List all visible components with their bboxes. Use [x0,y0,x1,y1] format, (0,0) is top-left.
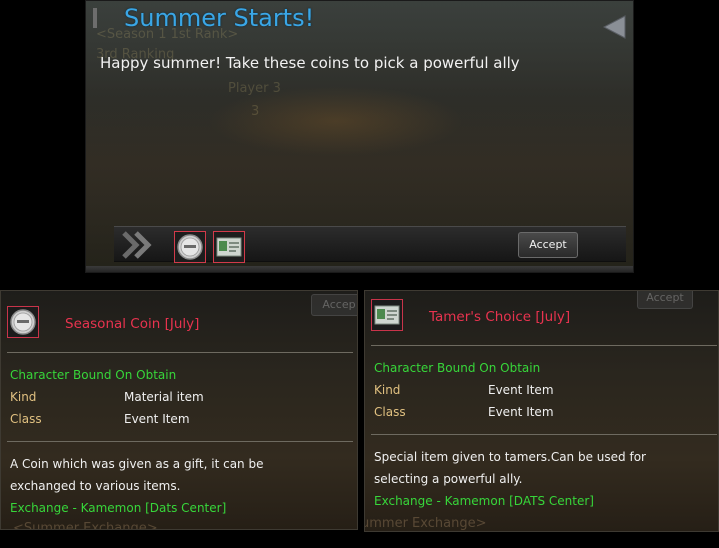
class-value: Event Item [488,405,554,419]
dialog-title: Summer Starts! [124,4,315,32]
ghost-footer-text: ummer Exchange> [364,516,487,531]
item-description-line-2: selecting a powerful ally. [374,472,523,486]
kind-value: Material item [124,390,204,404]
background-text-number: 3 [251,104,260,119]
item-name: Seasonal Coin [July] [65,316,200,332]
background-text-player: Player 3 [228,81,281,96]
divider [371,434,717,435]
class-value: Event Item [124,412,190,426]
reward-slot-ticket[interactable] [213,231,245,263]
bound-status: Character Bound On Obtain [10,368,177,382]
title-bar-mark [93,8,97,28]
item-description-line-1: Special item given to tamers.Can be used… [374,450,646,464]
ghost-footer-text: <Summer Exchange> [13,521,158,530]
double-chevron-icon [122,231,152,259]
divider [7,352,353,353]
item-icon [371,299,403,331]
class-label: Class [374,405,406,419]
item-tooltip-seasonal-coin: Accep Seasonal Coin [July] Character Bou… [0,290,358,530]
item-description-line-2: exchanged to various items. [10,479,181,493]
bound-status: Character Bound On Obtain [374,361,541,375]
coin-icon [177,234,203,260]
ticket-icon [216,237,242,257]
dialog-message: Happy summer! Take these coins to pick a… [100,54,520,72]
item-name: Tamer's Choice [July] [429,309,571,325]
divider [7,441,353,442]
item-tooltip-tamers-choice: Accept Tamer's Choice [July] Character B… [364,290,719,532]
item-icon [7,306,39,338]
kind-value: Event Item [488,383,554,397]
reward-slot-coin[interactable] [174,231,206,263]
kind-label: Kind [374,383,401,397]
item-description-line-1: A Coin which was given as a gift, it can… [10,457,264,471]
kind-label: Kind [10,390,37,404]
quest-dialog: <Season 1 1st Rank> 3rd Ranking Player 3… [85,0,634,273]
exchange-info: Exchange - Kamemon [DATS Center] [374,494,594,508]
back-button[interactable] [601,13,627,41]
ghost-accept-button: Accep [311,294,357,316]
ticket-icon [374,305,400,325]
dialog-footer [86,266,633,272]
triangle-left-icon [602,15,626,39]
accept-button[interactable]: Accept [518,232,578,258]
divider [371,345,717,346]
exchange-info: Exchange - Kamemon [Dats Center] [10,501,227,515]
class-label: Class [10,412,42,426]
coin-icon [10,309,36,335]
ghost-accept-button: Accept [637,291,693,309]
